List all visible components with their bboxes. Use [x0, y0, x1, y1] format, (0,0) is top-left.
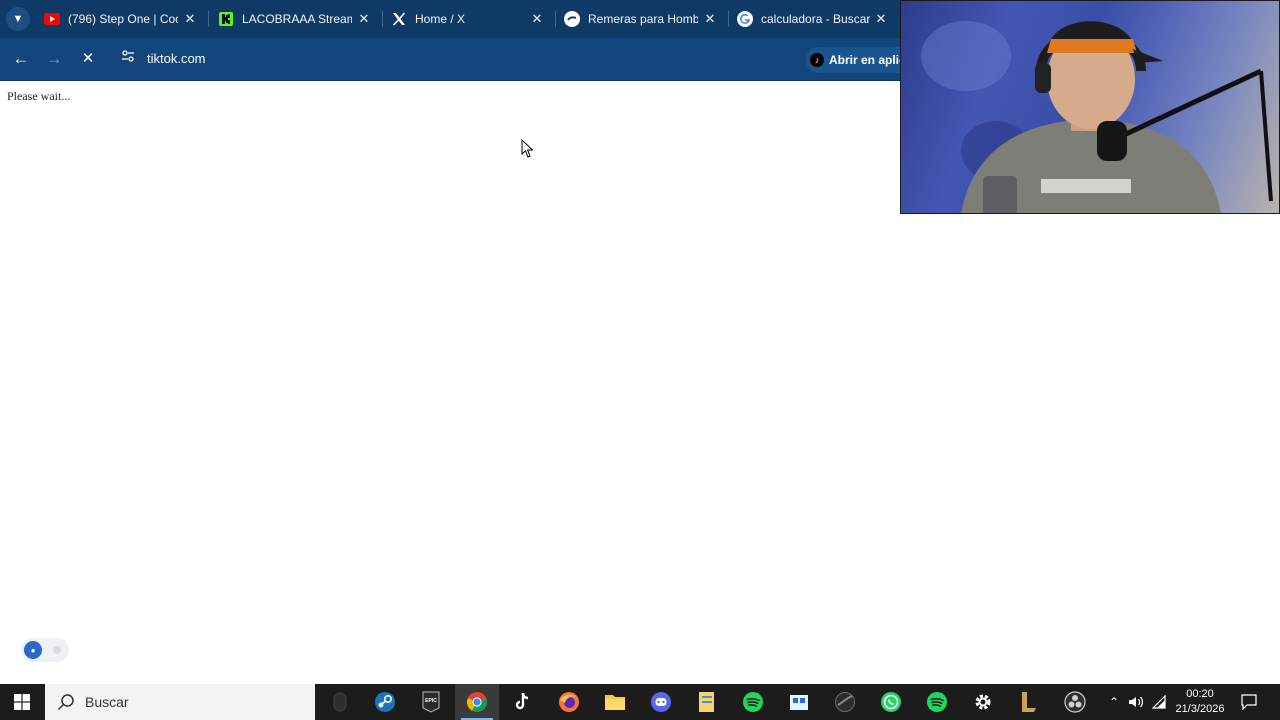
- clock-time: 00:20: [1186, 688, 1214, 700]
- taskbar-app-discord[interactable]: [639, 684, 683, 720]
- league-icon: [1022, 692, 1036, 712]
- discord-icon: [651, 692, 671, 712]
- show-hidden-icons-button[interactable]: ⌃: [1104, 684, 1124, 720]
- spotify-icon: [927, 692, 947, 712]
- volume-button[interactable]: [1126, 684, 1146, 720]
- taskbar-app-generic[interactable]: [823, 684, 867, 720]
- app-sphere-icon: [835, 692, 855, 712]
- kick-icon: [218, 11, 234, 27]
- search-icon: [57, 694, 74, 711]
- close-icon[interactable]: ✕: [702, 11, 718, 27]
- tab-search-button[interactable]: ▼: [6, 7, 30, 31]
- webcam-overlay: [900, 0, 1280, 214]
- tiktok-icon: ♪: [810, 53, 824, 67]
- svg-text:EPIC: EPIC: [425, 698, 437, 704]
- power-icon: [53, 646, 61, 654]
- taskbar-app-notes[interactable]: [685, 684, 729, 720]
- tab-divider: [555, 11, 556, 27]
- search-placeholder: Buscar: [85, 694, 129, 710]
- taskbar-app-epic[interactable]: EPIC: [409, 684, 453, 720]
- notepad-icon: [699, 692, 714, 712]
- notifications-button[interactable]: [1236, 684, 1262, 720]
- floating-widget-toggle[interactable]: ●: [21, 638, 69, 662]
- arrow-right-icon: →: [45, 49, 63, 68]
- taskbar-app-chrome[interactable]: [455, 684, 499, 720]
- back-button[interactable]: ←: [10, 48, 32, 70]
- close-icon[interactable]: ✕: [182, 11, 198, 27]
- windows-icon: [14, 694, 30, 710]
- close-icon: ✕: [81, 50, 95, 67]
- taskbar-app-spotify[interactable]: [731, 684, 775, 720]
- taskbar-app-whatsapp[interactable]: [869, 684, 913, 720]
- taskbar-app-mouse[interactable]: [318, 684, 362, 720]
- open-in-app-label: Abrir en aplic: [829, 53, 906, 67]
- widget-logo-icon: ●: [24, 641, 42, 659]
- tab-calculadora[interactable]: calculadora - Buscar ✕: [737, 4, 895, 34]
- youtube-icon: [44, 11, 60, 27]
- close-icon[interactable]: ✕: [356, 11, 372, 27]
- notification-icon: [1241, 694, 1257, 710]
- tiktok-icon: [515, 692, 529, 710]
- store-icon: [790, 695, 808, 710]
- tab-title: Home / X: [415, 12, 466, 26]
- google-icon: [737, 11, 753, 27]
- firefox-icon: [559, 692, 579, 712]
- tab-divider: [382, 11, 383, 27]
- folder-icon: [605, 695, 625, 710]
- taskbar-app-tiktok[interactable]: [501, 684, 545, 720]
- forward-button[interactable]: →: [43, 48, 65, 70]
- taskbar-app-settings[interactable]: [961, 684, 1005, 720]
- speaker-icon: [1129, 696, 1144, 708]
- epic-games-icon: EPIC: [422, 691, 440, 713]
- obs-icon: [1064, 691, 1086, 713]
- address-bar[interactable]: tiktok.com: [147, 51, 206, 66]
- tab-kick[interactable]: LACOBRAAA Stream ✕: [218, 4, 378, 34]
- tab-youtube[interactable]: (796) Step One | Coco ✕: [44, 4, 204, 34]
- loading-message: Please wait...: [7, 89, 71, 103]
- close-icon[interactable]: ✕: [873, 11, 889, 27]
- tab-divider: [208, 11, 209, 27]
- taskbar: Buscar EPIC ⌃ 00:20 21/3/2026: [0, 684, 1280, 720]
- whatsapp-icon: [881, 692, 901, 712]
- clock-date: 21/3/2026: [1175, 703, 1225, 715]
- store-icon: [564, 11, 580, 27]
- taskbar-app-league[interactable]: [1007, 684, 1051, 720]
- screen: ▼ (796) Step One | Coco ✕ LACOBRAAA Stre…: [0, 0, 1280, 720]
- system-clock[interactable]: 00:20 21/3/2026: [1168, 687, 1232, 717]
- tab-divider: [728, 11, 729, 27]
- taskbar-app-steam[interactable]: [363, 684, 407, 720]
- chevron-up-icon: ⌃: [1108, 695, 1120, 709]
- wifi-icon: [1152, 695, 1166, 709]
- taskbar-search[interactable]: Buscar: [45, 684, 315, 720]
- mouse-pointer-icon: [521, 139, 534, 158]
- tune-icon: [122, 50, 134, 62]
- taskbar-app-obs[interactable]: [1053, 684, 1097, 720]
- taskbar-app-file-explorer[interactable]: [593, 684, 637, 720]
- start-button[interactable]: [0, 684, 44, 720]
- tab-x[interactable]: Home / X ✕: [391, 4, 551, 34]
- site-info-button[interactable]: [118, 49, 138, 69]
- gear-icon: [975, 694, 991, 710]
- x-icon: [391, 11, 407, 27]
- spotify-icon: [743, 692, 763, 712]
- taskbar-app-store[interactable]: [777, 684, 821, 720]
- close-icon[interactable]: ✕: [529, 11, 545, 27]
- chrome-icon: [466, 692, 487, 713]
- steam-icon: [375, 692, 395, 712]
- taskbar-app-spotify-2[interactable]: [915, 684, 959, 720]
- network-button[interactable]: [1150, 684, 1170, 720]
- stop-loading-button[interactable]: ✕: [77, 48, 99, 70]
- tab-title: Remeras para Hombr: [588, 12, 698, 26]
- tab-title: calculadora - Buscar: [761, 12, 871, 26]
- chevron-down-icon: ▼: [12, 13, 24, 25]
- streamer-figure: [961, 21, 1273, 213]
- tab-title: (796) Step One | Coco: [68, 12, 178, 26]
- tab-remeras[interactable]: Remeras para Hombr ✕: [564, 4, 724, 34]
- mouse-app-icon: [333, 692, 347, 712]
- arrow-left-icon: ←: [12, 49, 30, 68]
- taskbar-app-firefox[interactable]: [547, 684, 591, 720]
- tab-title: LACOBRAAA Stream: [242, 12, 352, 26]
